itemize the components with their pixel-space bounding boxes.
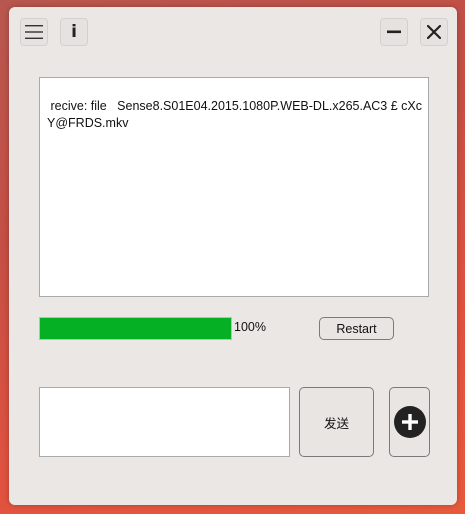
minimize-icon	[387, 30, 401, 34]
close-button[interactable]	[420, 18, 448, 46]
progress-percent: 100%	[234, 320, 266, 334]
menu-button[interactable]	[20, 18, 48, 46]
add-button[interactable]	[389, 387, 430, 457]
plus-circle-icon	[393, 406, 426, 438]
close-icon	[427, 25, 441, 39]
restart-button[interactable]: Restart	[319, 317, 394, 340]
info-icon: i	[71, 21, 77, 42]
send-button[interactable]: 发送	[299, 387, 374, 457]
progress-bar	[39, 317, 232, 340]
minimize-button[interactable]	[380, 18, 408, 46]
menu-icon	[25, 25, 43, 39]
message-input[interactable]	[39, 387, 290, 457]
progress-fill	[40, 318, 231, 339]
info-button[interactable]: i	[60, 18, 88, 46]
log-output[interactable]: recive: file Sense8.S01E04.2015.1080P.WE…	[39, 77, 429, 297]
app-window: i recive: file Sense8.S01E04.2015.1080P.…	[9, 7, 457, 505]
